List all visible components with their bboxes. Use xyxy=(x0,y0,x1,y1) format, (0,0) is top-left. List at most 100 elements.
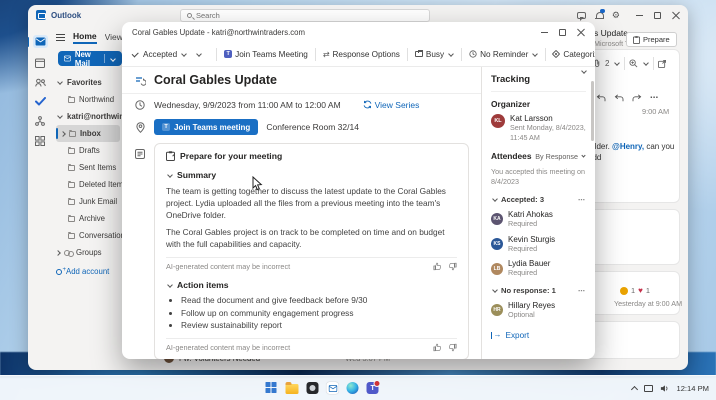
categorize-button[interactable]: Categorize xyxy=(553,50,595,59)
attachment-row[interactable]: 2 xyxy=(594,57,666,70)
more-actions-icon[interactable] xyxy=(650,93,659,102)
camera-app-icon[interactable] xyxy=(307,382,319,394)
ai-disclaimer: AI-generated content may be incorrect xyxy=(166,262,290,271)
email-card-2 xyxy=(580,209,680,265)
sidebar-item-drafts[interactable]: Drafts xyxy=(56,142,122,159)
sync-icon xyxy=(363,100,372,109)
close-icon[interactable] xyxy=(577,28,585,36)
add-account-button[interactable]: Add account xyxy=(56,267,122,276)
rail-org-icon[interactable] xyxy=(35,116,45,126)
close-icon[interactable] xyxy=(672,11,680,19)
thumbs-down-icon[interactable] xyxy=(448,343,457,352)
volume-icon[interactable] xyxy=(660,384,669,393)
rail-people-icon[interactable] xyxy=(35,78,46,87)
reply-all-icon[interactable] xyxy=(614,94,624,102)
expand-icon[interactable] xyxy=(60,131,66,137)
settings-icon[interactable] xyxy=(612,11,620,20)
notifications-icon[interactable] xyxy=(595,11,603,20)
attendee-row[interactable]: LB Lydia BauerRequired xyxy=(491,259,586,278)
summary-section-toggle[interactable]: Summary xyxy=(166,170,457,180)
busy-status-button[interactable]: Busy xyxy=(415,50,454,59)
sidebar-item-junk[interactable]: Junk Email xyxy=(56,193,122,210)
event-series-icon xyxy=(134,75,146,86)
taskbar-clock[interactable]: 12:14 PM xyxy=(676,384,709,393)
minimize-icon[interactable] xyxy=(541,32,548,33)
export-link[interactable]: Export xyxy=(491,331,529,340)
reminder-button[interactable]: No Reminder xyxy=(469,50,538,59)
thumbs-down-icon[interactable] xyxy=(448,262,457,271)
view-series-link[interactable]: View Series xyxy=(363,100,420,110)
new-mail-button[interactable]: New Mail xyxy=(58,51,122,66)
sidebar-item-groups[interactable]: Groups xyxy=(56,244,122,261)
attendee-row[interactable]: KA Katri AhokasRequired xyxy=(491,210,586,229)
edge-browser-icon[interactable] xyxy=(347,382,359,394)
rail-mail-icon[interactable] xyxy=(33,35,48,48)
sidebar-item-deleted[interactable]: Deleted Items xyxy=(56,176,122,193)
inbox-icon xyxy=(69,131,76,137)
file-explorer-icon[interactable] xyxy=(286,384,299,394)
outlook-taskbar-icon[interactable] xyxy=(327,382,339,394)
sidebar-item-archive[interactable]: Archive xyxy=(56,210,122,227)
reply-icon[interactable] xyxy=(596,94,606,102)
avatar: KS xyxy=(491,238,503,250)
network-icon[interactable] xyxy=(644,385,653,392)
new-mail-dropdown-icon[interactable] xyxy=(110,56,116,62)
tab-view[interactable]: View xyxy=(105,32,122,42)
reply-actions-row xyxy=(596,93,659,102)
thumbs-up-icon[interactable] xyxy=(433,262,442,271)
teams-taskbar-icon[interactable]: T xyxy=(367,382,379,394)
tray-expand-icon[interactable] xyxy=(631,385,638,392)
meeting-details: Coral Gables Update Wednesday, 9/9/2023 … xyxy=(122,67,481,359)
minimize-icon[interactable] xyxy=(636,15,643,16)
email-card-open xyxy=(580,49,680,203)
nav-toggle-icon[interactable] xyxy=(56,34,65,41)
join-teams-meeting-button[interactable]: TJoin Teams Meeting xyxy=(224,50,308,59)
favorite-folder-northwind[interactable]: Northwind xyxy=(56,91,122,108)
tab-home[interactable]: Home xyxy=(73,31,97,44)
tracking-panel: Tracking Organizer KL Kat Larsson Sent M… xyxy=(481,67,595,359)
organizer-row[interactable]: KL Kat Larsson Sent Monday, 8/4/2023, 11… xyxy=(491,114,586,142)
chat-icon[interactable] xyxy=(577,12,586,19)
attendee-row[interactable]: HR Hillary ReyesOptional xyxy=(491,301,586,320)
folder-icon xyxy=(68,97,75,103)
accepted-button[interactable]: Accepted xyxy=(132,50,187,59)
search-input[interactable] xyxy=(196,11,396,20)
meeting-toolbar: Accepted TJoin Teams Meeting Response Op… xyxy=(122,42,595,67)
email-time: 9:00 AM xyxy=(642,107,669,116)
open-in-new-icon[interactable] xyxy=(658,60,666,68)
maximize-icon[interactable] xyxy=(654,12,661,19)
rail-todo-icon[interactable] xyxy=(35,97,46,106)
rail-calendar-icon[interactable] xyxy=(35,58,45,68)
response-options-button[interactable]: Response Options xyxy=(323,50,400,59)
reactions-row[interactable]: 1 1 xyxy=(620,286,650,295)
mention-henry[interactable]: @Henry, xyxy=(612,142,644,151)
sort-by-response-dropdown[interactable]: By Response xyxy=(535,152,586,161)
conversation-icon xyxy=(68,233,75,239)
start-button-icon[interactable] xyxy=(266,382,278,394)
sidebar-item-sent[interactable]: Sent Items xyxy=(56,159,122,176)
search-box[interactable] xyxy=(180,9,430,22)
group-more-icon[interactable] xyxy=(578,195,586,204)
sidebar-item-inbox[interactable]: Inbox xyxy=(56,125,120,142)
prepare-button[interactable]: Prepare xyxy=(626,32,677,47)
group-more-icon[interactable] xyxy=(578,286,586,295)
expand-icon[interactable] xyxy=(55,250,61,256)
check-icon xyxy=(132,50,139,57)
attachment-icon xyxy=(594,59,601,68)
sidebar-item-conversation-history[interactable]: Conversation History xyxy=(56,227,122,244)
join-teams-meeting-cta[interactable]: T Join Teams meeting xyxy=(154,119,258,135)
favorites-header[interactable]: Favorites xyxy=(56,74,122,91)
maximize-icon[interactable] xyxy=(559,29,566,36)
zoom-icon[interactable] xyxy=(629,59,638,68)
forward-icon[interactable] xyxy=(632,94,642,102)
action-items-section-toggle[interactable]: Action items xyxy=(166,280,457,290)
group-accepted-toggle[interactable]: Accepted: 3 xyxy=(491,195,586,204)
account-header[interactable]: katri@northwindtraders.com xyxy=(56,108,122,125)
tracking-scrollbar[interactable] xyxy=(591,81,594,141)
thumbs-up-icon[interactable] xyxy=(433,343,442,352)
rail-apps-icon[interactable] xyxy=(35,136,45,146)
taskbar: T 12:14 PM xyxy=(0,375,716,400)
attendee-row[interactable]: KS Kevin SturgisRequired xyxy=(491,235,586,254)
summary-paragraph: The Coral Gables project is on track to … xyxy=(166,226,457,250)
group-no-response-toggle[interactable]: No response: 1 xyxy=(491,286,586,295)
